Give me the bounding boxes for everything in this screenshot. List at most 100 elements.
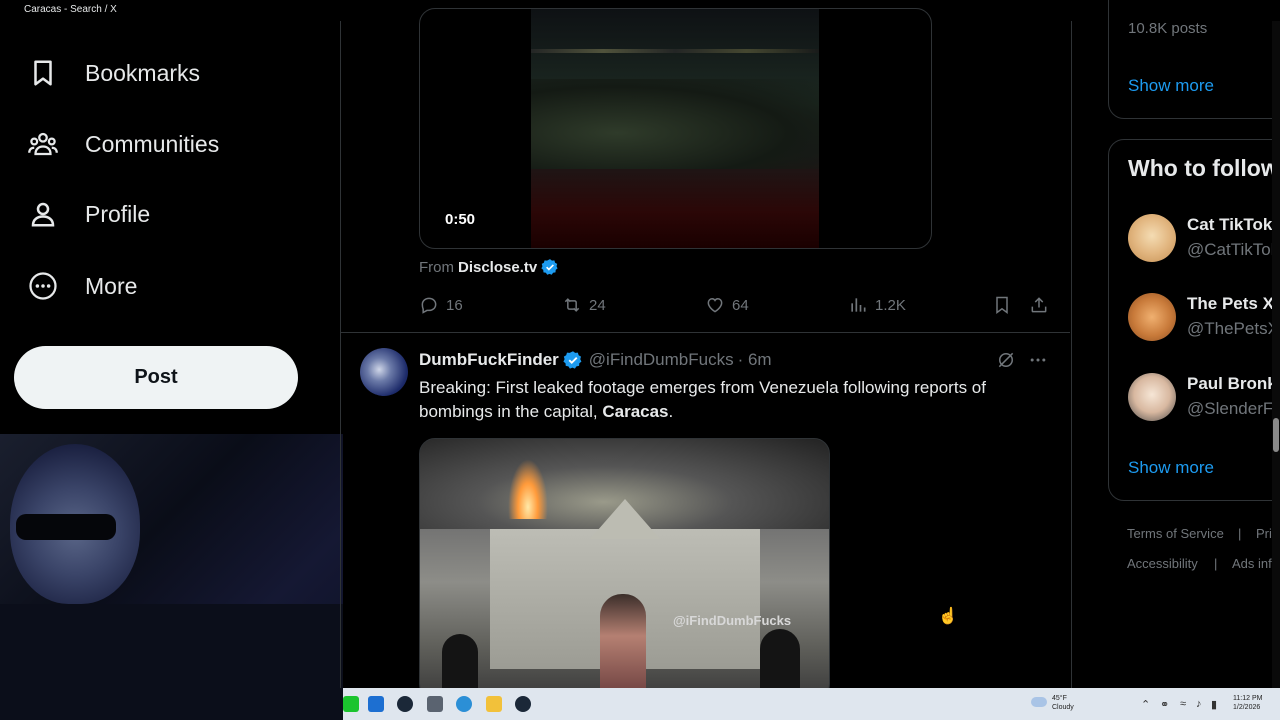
heart-icon xyxy=(707,297,723,313)
nav-label-communities: Communities xyxy=(85,130,220,157)
app-icon[interactable] xyxy=(343,696,359,712)
nav-label-more: More xyxy=(85,272,138,299)
clock-date[interactable]: 1/2/2026 xyxy=(1233,704,1260,711)
bookmark-button[interactable] xyxy=(992,294,1019,316)
hand-cursor-icon: ☝ xyxy=(938,608,958,625)
app-icon[interactable] xyxy=(368,696,384,712)
more-circle-icon xyxy=(29,272,57,300)
tweet-image[interactable]: @iFindDumbFucks xyxy=(419,438,830,700)
weather-cloud-icon xyxy=(1031,697,1047,707)
clock-time[interactable]: 11:12 PM xyxy=(1233,695,1262,702)
video-duration: 0:50 xyxy=(445,211,476,228)
source-link[interactable]: Disclose.tv xyxy=(458,259,537,276)
webcam-overlay xyxy=(0,434,343,720)
video-attribution: From Disclose.tv xyxy=(419,258,559,276)
nav-label-profile: Profile xyxy=(85,200,151,227)
tweet-text: Breaking: First leaked footage emerges f… xyxy=(419,378,986,421)
volume-icon[interactable]: ♪ xyxy=(1196,698,1202,710)
scrollbar-thumb[interactable] xyxy=(1273,418,1279,452)
suggested-account-name[interactable]: Paul Bronks xyxy=(1187,374,1272,394)
footer-separator: | xyxy=(1238,526,1242,541)
show-more-follow-link[interactable]: Show more xyxy=(1128,458,1214,478)
suggested-account-handle[interactable]: @SlenderFerb xyxy=(1187,399,1272,419)
repost-icon xyxy=(564,298,580,312)
tweet-header: DumbFuckFinder @iFindDumbFucks · 6m xyxy=(419,349,772,371)
image-watermark: @iFindDumbFucks xyxy=(673,613,792,628)
chevron-up-icon[interactable]: ⌃ xyxy=(1141,698,1150,711)
app-icon[interactable] xyxy=(456,696,472,712)
avatar[interactable] xyxy=(360,348,408,396)
steam-icon[interactable] xyxy=(397,696,413,712)
weather-desc: Cloudy xyxy=(1052,704,1074,711)
view-count: 1.2K xyxy=(875,296,906,314)
reply-count: 16 xyxy=(446,296,463,314)
ads-info-link[interactable]: Ads info xyxy=(1232,556,1272,571)
nav-item-communities[interactable]: Communities xyxy=(28,124,219,164)
suggested-account-name[interactable]: Cat TikTok xyxy=(1187,215,1272,235)
footer-separator: | xyxy=(1214,556,1218,571)
tweet-divider xyxy=(341,332,1070,333)
nav-item-bookmarks[interactable]: Bookmarks xyxy=(28,53,200,93)
video-frame[interactable] xyxy=(531,9,819,248)
explosion-fire xyxy=(508,459,548,519)
trend-post-count: 10.8K posts xyxy=(1128,20,1208,37)
reply-icon xyxy=(421,297,437,314)
like-button[interactable]: 64 xyxy=(705,294,749,316)
views-button[interactable]: 1.2K xyxy=(848,294,906,316)
profile-icon xyxy=(31,202,55,227)
share-icon xyxy=(1031,297,1047,313)
steam-icon[interactable] xyxy=(515,696,531,712)
avatar[interactable] xyxy=(1128,373,1176,421)
window-title: Caracas - Search / X xyxy=(24,4,117,15)
terms-link[interactable]: Terms of Service xyxy=(1127,526,1224,541)
accessibility-link[interactable]: Accessibility xyxy=(1127,556,1198,571)
author-name[interactable]: DumbFuckFinder xyxy=(419,350,559,370)
verified-badge-icon xyxy=(563,351,582,369)
folder-icon[interactable] xyxy=(486,696,502,712)
grok-button[interactable] xyxy=(996,350,1016,375)
avatar[interactable] xyxy=(1128,214,1176,262)
repost-count: 24 xyxy=(589,296,606,314)
privacy-link[interactable]: Privacy Policy xyxy=(1256,526,1272,541)
nav-item-profile[interactable]: Profile xyxy=(28,194,150,234)
reply-button[interactable]: 16 xyxy=(419,294,463,316)
from-prefix: From xyxy=(419,258,454,276)
repost-button[interactable]: 24 xyxy=(562,294,606,316)
tweet-time[interactable]: · 6m xyxy=(738,350,772,370)
more-horizontal-icon xyxy=(1030,358,1046,362)
suggested-account-handle[interactable]: @CatTikTok xyxy=(1187,240,1272,260)
wifi-icon[interactable]: ≈ xyxy=(1180,698,1186,710)
battery-icon[interactable]: ▮ xyxy=(1211,698,1217,711)
more-options-button[interactable] xyxy=(1028,350,1048,375)
avatar[interactable] xyxy=(1128,293,1176,341)
like-count: 64 xyxy=(732,296,749,314)
share-button[interactable] xyxy=(1029,294,1056,316)
verified-badge-icon xyxy=(541,259,558,275)
bookmark-icon xyxy=(996,296,1008,314)
nav-label-bookmarks: Bookmarks xyxy=(85,59,201,86)
scrollbar-track[interactable] xyxy=(1272,21,1280,688)
analytics-icon xyxy=(851,298,866,312)
central-figure xyxy=(600,594,646,699)
microphone-icon[interactable]: ⚭ xyxy=(1160,698,1169,711)
suggested-account-name[interactable]: The Pets X xyxy=(1187,294,1272,314)
trends-card xyxy=(1108,0,1280,119)
sunglasses xyxy=(16,514,116,540)
author-handle[interactable]: @iFindDumbFucks xyxy=(589,350,734,370)
who-to-follow-title: Who to follow xyxy=(1128,155,1272,181)
bookmark-icon xyxy=(34,60,52,86)
tweet-text-highlight: Caracas xyxy=(602,402,669,421)
post-button[interactable]: Post xyxy=(14,346,298,409)
video-card[interactable]: 0:50 xyxy=(419,8,932,249)
calculator-icon[interactable] xyxy=(427,696,443,712)
suggested-account-handle[interactable]: @ThePetsX xyxy=(1187,319,1272,339)
hillside xyxy=(531,79,819,169)
communities-icon xyxy=(28,132,58,156)
webcam-shoulders xyxy=(0,604,343,720)
nav-item-more[interactable]: More xyxy=(28,266,137,306)
grok-icon xyxy=(998,352,1014,368)
weather-temp: 45°F xyxy=(1052,695,1067,702)
taskbar xyxy=(343,688,1280,720)
city-lights xyxy=(531,49,819,53)
show-more-trends-link[interactable]: Show more xyxy=(1128,76,1214,96)
